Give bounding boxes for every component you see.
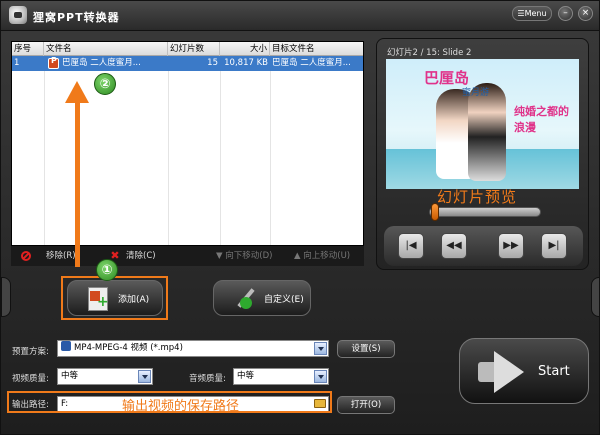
- window-title: 狸窝PPT转换器: [33, 11, 120, 24]
- move-down-label: 向下移动(D): [225, 251, 273, 261]
- move-down-icon: ▼: [216, 251, 226, 261]
- column-divider: [270, 71, 271, 245]
- start-button[interactable]: Start: [459, 338, 589, 404]
- add-button-highlight: [61, 276, 168, 320]
- list-toolbar: 移除(R) ✖ 清除(C) ▼ 向下移动(D) ▲ 向上移动(U): [11, 246, 364, 266]
- ppt-file-icon: [48, 56, 59, 69]
- row-target: 巴厘岛 二人度蜜月...: [272, 58, 351, 68]
- audio-quality-value: 中等: [237, 371, 255, 381]
- slide-preview-image: 巴厘岛 蜜月游 纯婚之都的浪漫: [386, 59, 579, 189]
- column-header-index[interactable]: 序号: [12, 42, 44, 56]
- column-header-filename[interactable]: 文件名: [44, 42, 168, 56]
- app-window: 狸窝PPT转换器 ☰Menu – × 序号 文件名 幻灯片数 大小 目标文件名 …: [0, 0, 600, 435]
- fast-forward-button[interactable]: ▶▶: [498, 233, 524, 259]
- move-up-button[interactable]: ▲ 向上移动(U): [294, 249, 350, 263]
- playback-controls: |◀ ◀◀ ▶▶ ▶|: [384, 226, 583, 266]
- start-button-label: Start: [538, 364, 570, 379]
- step-marker-1: ①: [96, 259, 118, 281]
- tools-icon: [234, 287, 256, 309]
- menu-label: Menu: [524, 9, 547, 18]
- video-quality-label: 视频质量:: [12, 374, 49, 384]
- video-quality-value: 中等: [61, 371, 79, 381]
- preset-label: 预置方案:: [12, 347, 49, 357]
- title-bar[interactable]: 狸窝PPT转换器 ☰Menu – ×: [1, 1, 599, 31]
- video-format-icon: [61, 341, 71, 351]
- column-header-size[interactable]: 大小: [220, 42, 270, 56]
- move-up-icon: ▲: [294, 251, 304, 261]
- skip-back-button[interactable]: |◀: [398, 233, 424, 259]
- file-list-table[interactable]: 序号 文件名 幻灯片数 大小 目标文件名 1 巴厘岛 二人度蜜月... 15 1…: [11, 41, 364, 246]
- left-edge-handle: [1, 277, 11, 317]
- skip-forward-button[interactable]: ▶|: [541, 233, 567, 259]
- row-size: 10,817 KB: [224, 58, 268, 68]
- clear-button[interactable]: 清除(C): [126, 249, 156, 263]
- seek-thumb[interactable]: [431, 203, 440, 221]
- chevron-down-icon: [314, 370, 327, 383]
- slide-counter: 幻灯片2 / 15: Slide 2: [387, 48, 472, 58]
- output-path-highlight: [7, 391, 332, 413]
- column-header-slides[interactable]: 幻灯片数: [168, 42, 220, 56]
- row-index: 1: [14, 58, 20, 68]
- start-arrow-icon: [478, 351, 526, 393]
- preview-annotation: 幻灯片预览: [437, 188, 518, 206]
- step-marker-2: ②: [94, 73, 116, 95]
- remove-button[interactable]: 移除(R): [46, 249, 76, 263]
- remove-icon[interactable]: [21, 251, 31, 261]
- row-filename: 巴厘岛 二人度蜜月...: [62, 58, 141, 68]
- annotation-arrow: [75, 99, 80, 267]
- slide-subtitle: 蜜月游: [462, 88, 490, 98]
- open-button[interactable]: 打开(O): [337, 396, 395, 414]
- slide-caption: 纯婚之都的浪漫: [514, 105, 569, 134]
- custom-button-label: 自定义(E): [264, 295, 304, 305]
- row-slides: 15: [207, 58, 218, 68]
- chevron-down-icon: [314, 342, 327, 355]
- move-up-label: 向上移动(U): [303, 251, 351, 261]
- arrow-up-icon: [65, 81, 89, 103]
- audio-quality-label: 音频质量:: [189, 374, 226, 384]
- move-down-button[interactable]: ▼ 向下移动(D): [216, 249, 272, 263]
- menu-button[interactable]: ☰Menu: [512, 6, 552, 21]
- seek-bar[interactable]: [429, 207, 541, 217]
- video-quality-select[interactable]: 中等: [57, 368, 153, 385]
- preset-value: MP4-MPEG-4 视频 (*.mp4): [74, 343, 183, 353]
- column-divider: [168, 71, 169, 245]
- close-button[interactable]: ×: [578, 6, 593, 21]
- minimize-button[interactable]: –: [558, 6, 573, 21]
- audio-quality-select[interactable]: 中等: [233, 368, 329, 385]
- column-divider: [220, 71, 221, 245]
- right-edge-handle: [591, 277, 599, 317]
- custom-button[interactable]: 自定义(E): [213, 280, 311, 316]
- table-row[interactable]: 1 巴厘岛 二人度蜜月... 15 10,817 KB 巴厘岛 二人度蜜月...: [12, 56, 363, 71]
- column-divider: [44, 71, 45, 245]
- column-header-target[interactable]: 目标文件名: [270, 42, 365, 56]
- chevron-down-icon: [138, 370, 151, 383]
- settings-button[interactable]: 设置(S): [337, 340, 395, 358]
- table-header: 序号 文件名 幻灯片数 大小 目标文件名: [12, 42, 363, 56]
- app-logo-icon: [9, 6, 27, 24]
- preset-select[interactable]: MP4-MPEG-4 视频 (*.mp4): [57, 340, 329, 357]
- preview-panel: 幻灯片2 / 15: Slide 2 巴厘岛 蜜月游 纯婚之都的浪漫 幻灯片预览…: [376, 38, 589, 270]
- rewind-button[interactable]: ◀◀: [441, 233, 467, 259]
